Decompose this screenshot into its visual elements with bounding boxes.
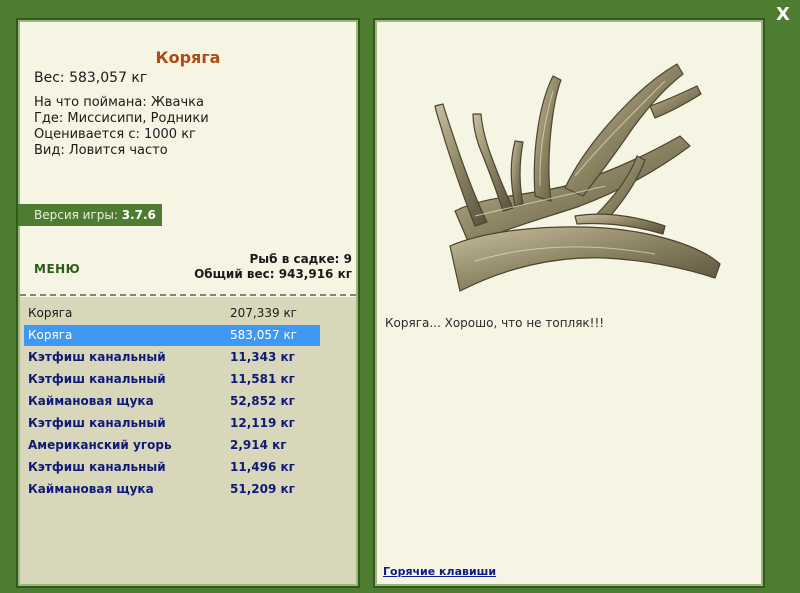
catch-row[interactable]: Кэтфиш канальный 11,581 кг — [24, 369, 320, 390]
catch-row[interactable]: Кэтфиш канальный 11,496 кг — [24, 457, 320, 478]
fish-comment: Коряга... Хорошо, что не топляк!!! — [385, 316, 605, 330]
catch-row-weight: 583,057 кг — [230, 328, 297, 342]
catch-row[interactable]: Каймановая щука 51,209 кг — [24, 479, 320, 500]
fish-count: Рыб в садке: 9 — [249, 252, 353, 266]
location-info: Где: Миссисипи, Родники — [34, 111, 209, 126]
catch-row[interactable]: Каймановая щука 52,852 кг — [24, 391, 320, 412]
catch-row[interactable]: Коряга 207,339 кг — [24, 303, 320, 324]
catch-row-name: Каймановая щука — [28, 482, 154, 496]
catch-row-weight: 11,496 кг — [230, 460, 295, 474]
catch-row-weight: 2,914 кг — [230, 438, 287, 452]
catch-row-name: Кэтфиш канальный — [28, 460, 166, 474]
catch-row-name: Кэтфиш канальный — [28, 416, 166, 430]
hotkeys-link[interactable]: Горячие клавиши — [383, 565, 496, 578]
catch-row-name: Коряга — [28, 328, 73, 342]
total-weight: Общий вес: 943,916 кг — [194, 267, 352, 281]
fish-info-panel: Коряга Вес: 583,057 кг На что поймана: Ж… — [16, 18, 360, 588]
catch-row-name: Каймановая щука — [28, 394, 154, 408]
catch-row-name: Кэтфиш канальный — [28, 372, 166, 386]
divider — [20, 294, 356, 296]
fish-weight: Вес: 583,057 кг — [34, 70, 148, 86]
fish-details: На что поймана: Жвачка Где: Миссисипи, Р… — [34, 95, 209, 159]
kind-info: Вид: Ловится часто — [34, 143, 168, 158]
catch-row-name: Кэтфиш канальный — [28, 350, 166, 364]
catch-row-selected[interactable]: Коряга 583,057 кг — [24, 325, 320, 346]
catch-row-weight: 51,209 кг — [230, 482, 295, 496]
version-label: Версия игры: — [34, 208, 118, 222]
catch-row-name: Американский угорь — [28, 438, 172, 452]
catch-row-weight: 52,852 кг — [230, 394, 295, 408]
catch-row[interactable]: Американский угорь 2,914 кг — [24, 435, 320, 456]
catch-row-weight: 12,119 кг — [230, 416, 295, 430]
driftwood-image — [434, 63, 721, 292]
catch-list: Коряга 207,339 кг Коряга 583,057 кг Кэтф… — [20, 297, 356, 584]
fish-view-panel: Коряга... Хорошо, что не топляк!!! Горяч… — [373, 18, 765, 588]
catch-row-name: Коряга — [28, 306, 73, 320]
fish-name-title: Коряга — [155, 48, 221, 67]
valued-info: Оценивается с: 1000 кг — [34, 127, 196, 142]
catch-row-weight: 11,581 кг — [230, 372, 295, 386]
catch-stats: Рыб в садке: 9 Общий вес: 943,916 кг — [194, 252, 352, 282]
version-number: 3.7.6 — [121, 208, 156, 222]
menu-button[interactable]: МЕНЮ — [34, 262, 80, 276]
catch-row[interactable]: Кэтфиш канальный 11,343 кг — [24, 347, 320, 368]
catch-row-weight: 11,343 кг — [230, 350, 295, 364]
close-icon[interactable]: X — [772, 4, 794, 26]
catch-row[interactable]: Кэтфиш канальный 12,119 кг — [24, 413, 320, 434]
game-version-badge: Версия игры: 3.7.6 — [18, 204, 162, 226]
bait-info: На что поймана: Жвачка — [34, 95, 204, 110]
catch-row-weight: 207,339 кг — [230, 306, 297, 320]
